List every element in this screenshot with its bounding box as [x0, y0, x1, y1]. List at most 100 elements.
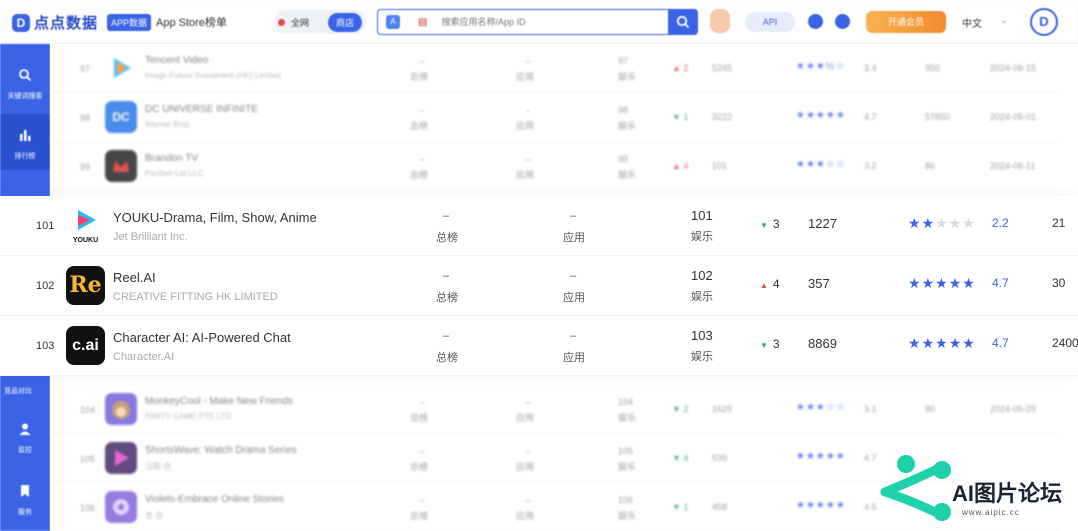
language-select[interactable]: 中文	[962, 15, 982, 30]
rating-score: 4.7	[992, 276, 1009, 290]
overall-label: 总榜	[410, 413, 429, 423]
arrow-up-icon: ▲	[760, 281, 768, 290]
sidebar-item-label: 排行榜	[14, 153, 36, 160]
star-empty-icon: ★	[948, 215, 963, 231]
table-row[interactable]: 97 Tencent Video Image Future Investment…	[50, 44, 1060, 93]
rank: 105	[80, 454, 96, 464]
monkeycool-icon	[105, 393, 137, 425]
table-row[interactable]: 102 Re Reel.AI CREATIVE FITTING HK LIMIT…	[0, 256, 1078, 316]
app-name[interactable]: Brandon TV	[145, 153, 198, 164]
star-filled-icon: ★	[962, 335, 976, 351]
review-count: 21	[1052, 216, 1066, 230]
sidebar-item-monitor[interactable]: 监控	[0, 422, 50, 470]
downloads: 5245	[712, 63, 733, 73]
sidebar-item-keyword-search[interactable]: 关键词搜索	[0, 58, 50, 110]
shortswave-icon	[105, 442, 137, 474]
star-filled-icon: ★	[908, 275, 922, 291]
sidebar-item-service[interactable]: 服务	[0, 484, 50, 528]
search-button[interactable]	[668, 9, 698, 35]
overall-rank: –	[419, 397, 425, 407]
help-icon[interactable]	[808, 14, 823, 29]
user-icon	[19, 423, 31, 435]
star-rating: ★★★★★	[908, 215, 976, 232]
app-name[interactable]: Tencent Video	[145, 55, 208, 66]
logo[interactable]: D 点点数据	[12, 12, 98, 33]
api-button[interactable]: API	[745, 12, 795, 32]
overall-label: 总榜	[410, 121, 429, 131]
tencent-video-icon	[105, 52, 137, 84]
svg-text:YOUKU: YOUKU	[73, 237, 98, 244]
logo-icon: D	[12, 13, 30, 32]
category-label: 娱乐	[618, 413, 637, 423]
app-rank: –	[525, 446, 531, 456]
publisher: Warner Bros	[145, 120, 190, 129]
mascot-icon[interactable]	[710, 9, 730, 33]
rating-score: 4.7	[864, 112, 877, 122]
rank-change: ▼ 2	[672, 404, 689, 414]
scope-toggle[interactable]: 全网 商店	[274, 10, 366, 34]
review-count: 30	[1052, 276, 1066, 290]
scope-all-option[interactable]: 全网	[291, 16, 309, 29]
search-input[interactable]	[441, 17, 622, 27]
app-name[interactable]: DC UNIVERSE INFINITE	[145, 104, 258, 115]
table-row[interactable]: 103 c.ai Character AI: AI-Powered Chat C…	[0, 316, 1078, 376]
app-rank: –	[525, 105, 531, 115]
star-filled-icon: ★	[908, 215, 922, 231]
publisher: 合 合	[145, 511, 164, 520]
rating-score: 2.2	[992, 216, 1009, 230]
app-rank: –	[570, 210, 577, 222]
category-label: 娱乐	[691, 291, 713, 303]
downloads: 3222	[712, 112, 733, 122]
rank-change: ▼ 3	[760, 217, 780, 231]
app-label: 应用	[516, 413, 535, 423]
overall-label: 总榜	[410, 170, 429, 180]
scope-store-option[interactable]: 商店	[327, 12, 362, 32]
publisher[interactable]: Jet Brilliant Inc.	[113, 231, 188, 243]
publisher: Image Future Investment (HK) Limited	[145, 71, 281, 80]
brandon-tv-icon	[105, 150, 137, 182]
rank-change: ▲ 4	[672, 161, 689, 171]
logo-text: 点点数据	[34, 15, 99, 32]
app-name[interactable]: MonkeyCool - Make New Friends	[145, 396, 293, 407]
rank-change: ▼ 1	[672, 112, 689, 122]
character-ai-icon: c.ai	[66, 326, 105, 365]
category-label: 娱乐	[618, 72, 637, 82]
sidebar-item-label: 服务	[18, 509, 32, 516]
rank-change-value: 4	[772, 277, 780, 291]
rank: 98	[80, 113, 91, 123]
table-row[interactable]: 98 DC DC UNIVERSE INFINITE Warner Bros –…	[50, 93, 1060, 142]
app-name[interactable]: ShortsWave: Watch Drama Series	[145, 445, 297, 456]
star-empty-icon: ★	[935, 215, 949, 231]
app-store-icon[interactable]: A	[386, 15, 400, 29]
review-count: 57850	[925, 112, 951, 122]
search-bar[interactable]: A ▤	[377, 9, 698, 35]
message-icon[interactable]	[835, 14, 850, 29]
app-name[interactable]: Violets-Embrace Online Stories	[145, 494, 284, 505]
release-date: 2024-06-15	[990, 63, 1037, 73]
rank: 106	[80, 503, 96, 513]
chevron-down-icon[interactable]: ⌄	[1000, 15, 1008, 26]
star-rating: ★★★★★	[796, 110, 846, 121]
publisher[interactable]: Character.AI	[113, 351, 174, 363]
star-filled-icon: ★	[935, 335, 949, 351]
app-name[interactable]: Character AI: AI-Powered Chat	[113, 330, 291, 345]
app-name[interactable]: YOUKU-Drama, Film, Show, Anime	[113, 210, 317, 225]
arrow-down-icon: ▼	[760, 221, 768, 230]
overall-rank: –	[443, 330, 450, 342]
category-rank: 106	[618, 495, 634, 505]
avatar[interactable]: D	[1030, 8, 1058, 36]
rating-score: 4.7	[864, 453, 877, 463]
arrow-down-icon: ▼	[760, 341, 768, 350]
sidebar-item-rankings[interactable]: 排行榜	[0, 114, 50, 170]
us-flag-icon[interactable]: ▤	[418, 17, 427, 28]
table-row[interactable]: 101 YOUKU YOUKU-Drama, Film, Show, Anime…	[0, 196, 1078, 256]
category-rank: 98	[618, 105, 629, 115]
sidebar-item-compare[interactable]: 竞品对比	[4, 386, 32, 396]
table-row[interactable]: 104 MonkeyCool - Make New Friends PARTY …	[50, 385, 1060, 434]
sidebar-item-label: 关键词搜索	[7, 93, 43, 100]
table-row[interactable]: 99 Brandon TV Panther Ltd LLC – 总榜 – 应用 …	[50, 142, 1060, 191]
star-rating: ★★★★★	[908, 275, 976, 292]
publisher[interactable]: CREATIVE FITTING HK LIMITED	[113, 291, 278, 303]
vip-button[interactable]: 开通会员	[866, 11, 946, 33]
app-name[interactable]: Reel.AI	[113, 270, 156, 285]
